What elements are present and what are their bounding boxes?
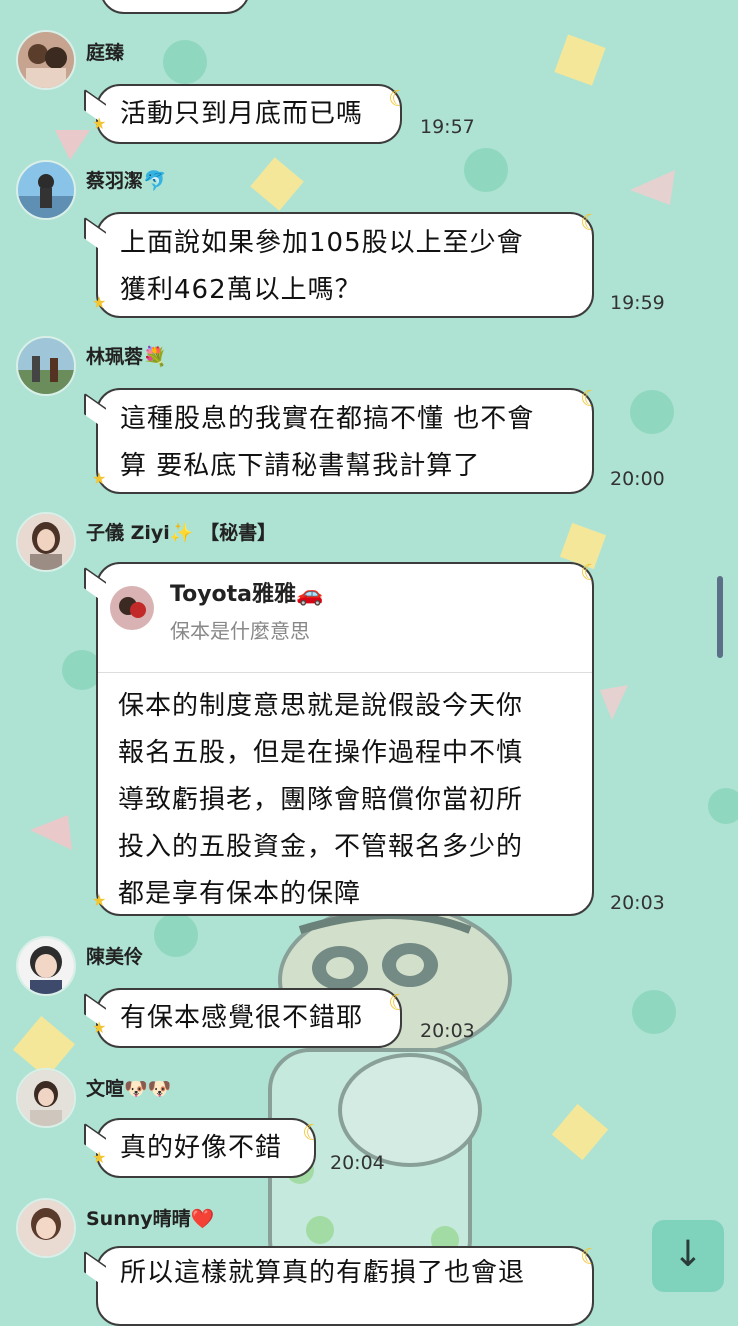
message-bubble[interactable]: ☾ 有保本感覺很不錯耶 ★ bbox=[84, 988, 408, 1048]
moon-icon: ☾ bbox=[302, 1121, 322, 1146]
star-icon: ★ bbox=[92, 114, 107, 133]
sender-name: 文暄🐶🐶 bbox=[86, 1078, 172, 1100]
partial-bubble bbox=[100, 0, 250, 14]
star-icon: ★ bbox=[92, 891, 107, 910]
message-text: 上面說如果參加105股以上至少會 獲利462萬以上嗎？ bbox=[120, 228, 524, 305]
reply-preview[interactable]: Toyota雅雅🚗 保本是什麼意思 bbox=[98, 564, 592, 673]
star-icon: ★ bbox=[92, 1018, 107, 1037]
sender-name: 陳美伶 bbox=[86, 946, 144, 968]
message-bubble[interactable]: ☾ Toyota雅雅🚗 保本是什麼意思 保本的制度意思就是說假設今天你 報名五股… bbox=[84, 561, 600, 916]
message-text: 所以這樣就算真的有虧損了也會退 bbox=[120, 1258, 526, 1288]
moon-icon: ☾ bbox=[580, 387, 600, 412]
message-time: 20:03 bbox=[610, 892, 665, 914]
message-time: 20:03 bbox=[420, 1020, 475, 1042]
message-bubble[interactable]: ☾ 這種股息的我實在都搞不懂 也不會 算 要私底下請秘書幫我計算了 ★ bbox=[84, 387, 600, 494]
user-avatar[interactable] bbox=[16, 1068, 76, 1128]
user-avatar[interactable] bbox=[16, 30, 76, 90]
user-avatar[interactable] bbox=[16, 160, 76, 220]
message-text: 這種股息的我實在都搞不懂 也不會 算 要私底下請秘書幫我計算了 bbox=[120, 404, 535, 481]
scrollbar[interactable] bbox=[717, 576, 723, 658]
user-avatar[interactable] bbox=[16, 1198, 76, 1258]
sender-name: 蔡羽潔🐬 bbox=[86, 170, 167, 192]
arrow-down-icon: ↓ bbox=[672, 1234, 704, 1275]
moon-icon: ☾ bbox=[388, 991, 408, 1016]
sender-name: 子儀 Ziyi✨ 【秘書】 bbox=[86, 522, 277, 544]
sender-name: 庭臻 bbox=[86, 42, 125, 64]
star-icon: ★ bbox=[92, 1148, 107, 1167]
message-time: 19:57 bbox=[420, 116, 475, 138]
star-icon: ★ bbox=[92, 293, 107, 312]
reply-quoted-text: 保本是什麼意思 bbox=[170, 619, 310, 643]
message-bubble[interactable]: ☾ 上面說如果參加105股以上至少會 獲利462萬以上嗎？ ★ bbox=[84, 211, 600, 318]
sender-name: 林珮蓉💐 bbox=[86, 346, 167, 368]
message-text: 有保本感覺很不錯耶 bbox=[120, 1003, 364, 1033]
reply-sender-name: Toyota雅雅🚗 bbox=[170, 582, 324, 607]
reply-avatar bbox=[110, 586, 154, 630]
message-text: 保本的制度意思就是說假設今天你 報名五股，但是在操作過程中不慎 導致虧損老，團隊… bbox=[118, 691, 524, 909]
message-time: 20:00 bbox=[610, 468, 665, 490]
message-time: 19:59 bbox=[610, 292, 665, 314]
message-bubble[interactable]: ☾ 活動只到月底而已嗎 ★ bbox=[84, 84, 408, 144]
sender-name: Sunny晴晴❤️ bbox=[86, 1208, 215, 1230]
user-avatar[interactable] bbox=[16, 336, 76, 396]
moon-icon: ☾ bbox=[580, 211, 600, 236]
user-avatar[interactable] bbox=[16, 936, 76, 996]
message-bubble[interactable]: ☾ 真的好像不錯 ★ bbox=[84, 1118, 322, 1178]
moon-icon: ☾ bbox=[388, 87, 408, 112]
moon-icon: ☾ bbox=[580, 1245, 600, 1270]
message-text: 活動只到月底而已嗎 bbox=[120, 99, 364, 129]
star-icon: ★ bbox=[92, 469, 107, 488]
scroll-to-bottom-button[interactable]: ↓ bbox=[652, 1220, 724, 1292]
message-bubble[interactable]: ☾ 所以這樣就算真的有虧損了也會退 bbox=[84, 1245, 600, 1326]
user-avatar[interactable] bbox=[16, 512, 76, 572]
message-time: 20:04 bbox=[330, 1152, 385, 1174]
message-text: 真的好像不錯 bbox=[120, 1133, 283, 1163]
